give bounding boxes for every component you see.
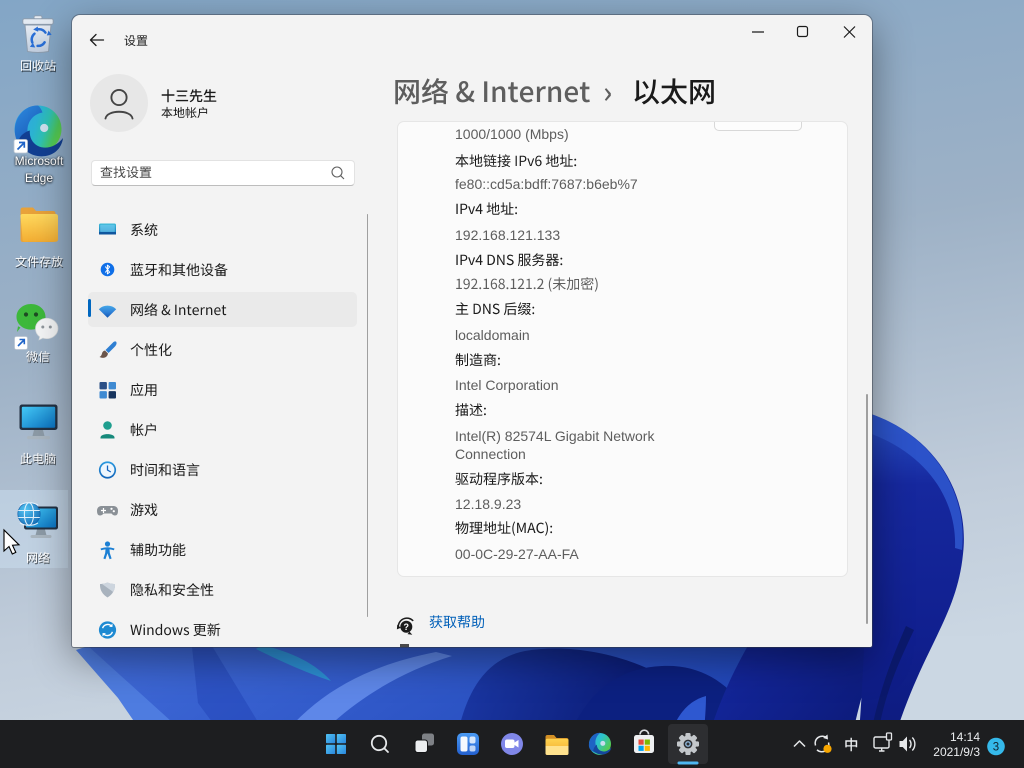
svg-text:?: ? (404, 622, 410, 632)
svg-text:3: 3 (993, 742, 999, 754)
